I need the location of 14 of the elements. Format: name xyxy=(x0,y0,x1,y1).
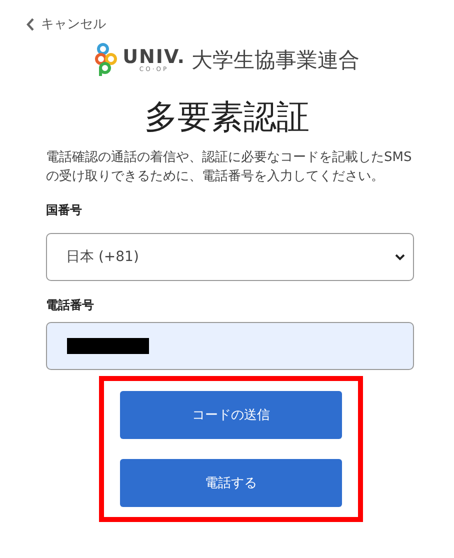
logo-icon xyxy=(94,43,117,77)
logo-wordmark: UNIV. xyxy=(122,48,186,66)
page-title: 多要素認証 xyxy=(144,96,310,138)
action-button[interactable]: コードの送信 xyxy=(120,391,342,439)
action-button[interactable]: 電話する xyxy=(120,459,342,507)
phone-input-field[interactable] xyxy=(46,322,414,370)
country-select[interactable]: 日本 (+81) xyxy=(46,233,414,281)
organization-name: 大学生協事業連合 xyxy=(191,47,360,74)
cancel-link[interactable]: キャンセル xyxy=(26,15,106,33)
chevron-icon xyxy=(395,254,405,260)
back-icon xyxy=(26,18,35,30)
field-label: 国番号 xyxy=(46,202,83,219)
description-text: 電話確認の通話の着信や、認証に必要なコードを記載したSMS の受け取りできるために、電話番号を入力してください。 xyxy=(46,149,413,186)
field-label: 電話番号 xyxy=(46,297,95,314)
